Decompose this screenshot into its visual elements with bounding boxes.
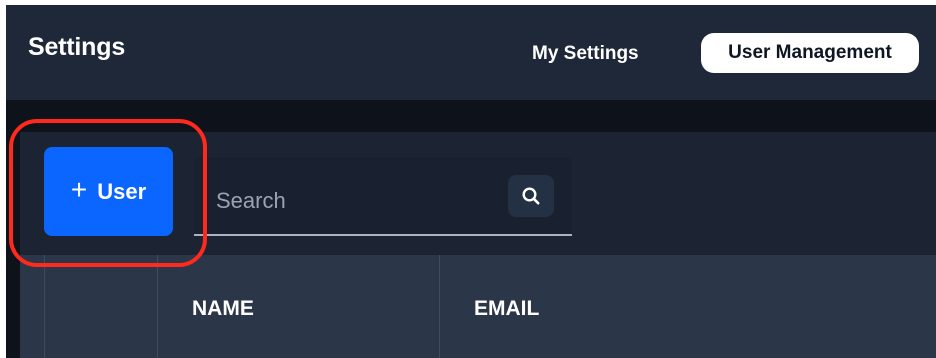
settings-header: Settings My Settings User Management [6, 5, 936, 100]
search-field [194, 157, 572, 236]
search-input[interactable] [214, 185, 498, 217]
select-column-header[interactable] [44, 255, 158, 358]
email-column-header[interactable]: EMAIL [440, 255, 936, 358]
search-button[interactable] [508, 175, 554, 217]
plus-icon: + [70, 174, 88, 205]
search-icon [522, 187, 540, 205]
tab-my-settings[interactable]: My Settings [518, 37, 653, 71]
user-management-panel: + User NAME EMAIL [20, 132, 936, 358]
add-user-label: User [97, 178, 147, 204]
name-column-label: NAME [192, 297, 254, 320]
toolbar: + User [20, 132, 936, 255]
table-header: NAME EMAIL [20, 255, 936, 358]
page-title: Settings [28, 33, 126, 61]
tab-user-management[interactable]: User Management [701, 33, 919, 73]
app-window: Settings My Settings User Management + U… [6, 5, 936, 358]
email-column-label: EMAIL [474, 297, 540, 320]
name-column-header[interactable]: NAME [158, 255, 440, 358]
add-user-button[interactable]: + User [44, 147, 173, 236]
